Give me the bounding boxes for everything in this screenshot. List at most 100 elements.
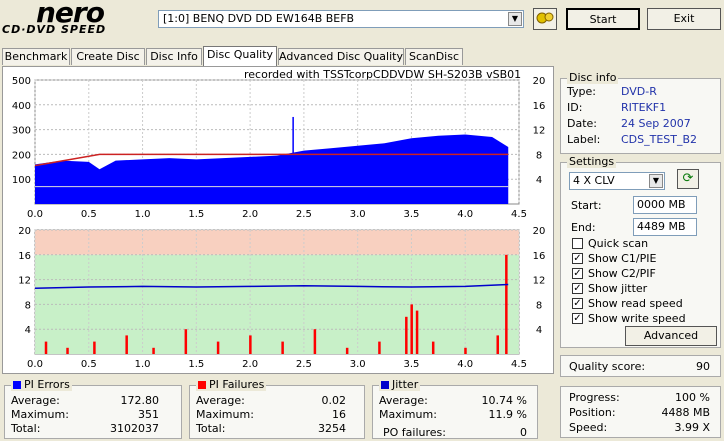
disc-info-panel: Disc info Type: DVD-R ID: RITEKF1 Date: … bbox=[560, 71, 721, 154]
y-tick-right: 8 bbox=[536, 150, 542, 161]
refresh-icon: ⟳ bbox=[682, 171, 694, 186]
pif-bar bbox=[405, 316, 408, 354]
exit-button[interactable]: Exit bbox=[647, 8, 721, 30]
x-tick: 2.0 bbox=[242, 359, 258, 370]
settings-panel: Settings 4 X CLV ▼ ⟳ Start: 0000 MB End:… bbox=[560, 155, 721, 348]
x-tick: 0.5 bbox=[81, 359, 97, 370]
pif-bar bbox=[431, 341, 435, 354]
x-tick: 4.0 bbox=[457, 359, 473, 370]
pif-bar bbox=[313, 329, 317, 354]
quality-score-label: Quality score: bbox=[569, 360, 646, 373]
x-tick: 4.0 bbox=[457, 209, 473, 220]
id-value: RITEKF1 bbox=[621, 101, 667, 114]
po-failures-value: 0 bbox=[520, 426, 527, 439]
pi-failures-max-label: Maximum: bbox=[196, 408, 254, 421]
position-label: Position: bbox=[569, 406, 616, 419]
pi-errors-title: PI Errors bbox=[11, 378, 72, 391]
pi-errors-total-label: Total: bbox=[11, 422, 41, 435]
pif-bar bbox=[216, 341, 220, 354]
y-tick-right: 20 bbox=[533, 76, 546, 87]
x-tick: 4.5 bbox=[511, 359, 527, 370]
settings-title: Settings bbox=[567, 155, 617, 168]
x-tick: 2.0 bbox=[242, 209, 258, 220]
drive-info-button[interactable] bbox=[533, 8, 557, 30]
drive-select[interactable]: [1:0] BENQ DVD DD EW164B BEFB ▼ bbox=[158, 10, 524, 28]
chevron-down-icon[interactable]: ▼ bbox=[649, 174, 663, 188]
pif-bar bbox=[410, 304, 413, 354]
disc-info-title: Disc info bbox=[567, 71, 619, 84]
jitter-warning-band bbox=[35, 230, 519, 255]
pif-bar bbox=[496, 335, 499, 354]
end-field[interactable]: 4489 MB bbox=[633, 218, 697, 236]
start-button[interactable]: Start bbox=[566, 8, 640, 30]
speed-label: Speed: bbox=[569, 421, 608, 434]
show-jitter-label: Show jitter bbox=[588, 282, 648, 295]
disc-quality-chart: 500 20 400 16 300 12 200 8 100 4 0.0 0.5 1.0 1.5 2.0 2.… bbox=[12, 76, 546, 370]
pi-failures-max-value: 16 bbox=[332, 408, 346, 421]
pi-errors-panel: PI Errors Average: 172.80 Maximum: 351 T… bbox=[4, 378, 182, 439]
type-value: DVD-R bbox=[621, 85, 657, 98]
pif-bar bbox=[415, 310, 419, 354]
y-tick-right: 20 bbox=[533, 226, 546, 237]
jitter-panel: Jitter Average: 10.74 % Maximum: 11.9 % … bbox=[372, 378, 538, 439]
pi-errors-legend-icon bbox=[13, 381, 21, 389]
x-tick: 0.5 bbox=[81, 209, 97, 220]
tab-disc-quality[interactable]: Disc Quality bbox=[203, 46, 277, 66]
y-tick-right: 8 bbox=[536, 300, 542, 311]
start-field[interactable]: 0000 MB bbox=[633, 196, 697, 214]
y-tick-right: 4 bbox=[536, 325, 542, 336]
pif-bar bbox=[505, 254, 508, 354]
progress-panel: Progress: 100 % Position: 4488 MB Speed:… bbox=[560, 386, 721, 438]
pif-bar bbox=[125, 335, 128, 354]
pi-failures-legend-icon bbox=[198, 381, 206, 389]
gear-icon bbox=[536, 12, 554, 24]
id-label: ID: bbox=[567, 101, 583, 114]
y-tick-left: 4 bbox=[25, 325, 31, 336]
pi-failures-panel: PI Failures Average: 0.02 Maximum: 16 To… bbox=[189, 378, 365, 439]
tab-scandisc[interactable]: ScanDisc bbox=[405, 48, 463, 65]
quick-scan-label: Quick scan bbox=[588, 237, 649, 250]
show-read-speed-label: Show read speed bbox=[588, 297, 683, 310]
x-tick: 0.0 bbox=[27, 209, 43, 220]
show-c1-pie-label: Show C1/PIE bbox=[588, 252, 657, 265]
tab-advanced-disc-quality[interactable]: Advanced Disc Quality bbox=[278, 48, 404, 65]
start-label: Start: bbox=[571, 199, 602, 212]
show-jitter-checkbox[interactable]: ✓ bbox=[572, 283, 583, 294]
pi-errors-avg-label: Average: bbox=[11, 394, 60, 407]
y-tick-right: 12 bbox=[533, 126, 546, 137]
x-tick: 2.5 bbox=[296, 359, 312, 370]
x-tick: 2.5 bbox=[296, 209, 312, 220]
advanced-button[interactable]: Advanced bbox=[625, 326, 717, 346]
tab-create-disc[interactable]: Create Disc bbox=[71, 48, 145, 65]
quick-scan-checkbox[interactable] bbox=[572, 238, 583, 249]
show-c2-pif-checkbox[interactable]: ✓ bbox=[572, 268, 583, 279]
tab-benchmark[interactable]: Benchmark bbox=[2, 48, 70, 65]
pif-bar bbox=[44, 341, 48, 354]
pif-bar bbox=[66, 347, 69, 354]
progress-value: 100 % bbox=[675, 391, 710, 404]
tab-disc-info[interactable]: Disc Info bbox=[146, 48, 202, 65]
x-tick: 4.5 bbox=[511, 209, 527, 220]
position-value: 4488 MB bbox=[661, 406, 710, 419]
chevron-down-icon[interactable]: ▼ bbox=[508, 12, 522, 26]
pi-errors-avg-value: 172.80 bbox=[120, 394, 160, 407]
quality-score-value: 90 bbox=[696, 360, 710, 373]
jitter-avg-label: Average: bbox=[379, 394, 428, 407]
show-write-speed-checkbox[interactable]: ✓ bbox=[572, 313, 583, 324]
jitter-legend-icon bbox=[381, 381, 389, 389]
x-tick: 3.0 bbox=[350, 359, 366, 370]
pi-errors-max-label: Maximum: bbox=[11, 408, 69, 421]
jitter-avg-value: 10.74 % bbox=[481, 394, 527, 407]
jitter-max-label: Maximum: bbox=[379, 408, 437, 421]
x-tick: 3.5 bbox=[403, 359, 419, 370]
show-c1-pie-checkbox[interactable]: ✓ bbox=[572, 253, 583, 264]
refresh-button[interactable]: ⟳ bbox=[677, 169, 699, 189]
pif-bar bbox=[378, 341, 381, 354]
type-label: Type: bbox=[567, 85, 596, 98]
speed-select[interactable]: 4 X CLV ▼ bbox=[569, 172, 665, 190]
drive-select-value: [1:0] BENQ DVD DD EW164B BEFB bbox=[163, 12, 355, 25]
progress-label: Progress: bbox=[569, 391, 620, 404]
show-read-speed-checkbox[interactable]: ✓ bbox=[572, 298, 583, 309]
y-tick-right: 16 bbox=[533, 101, 546, 112]
end-label: End: bbox=[571, 221, 596, 234]
